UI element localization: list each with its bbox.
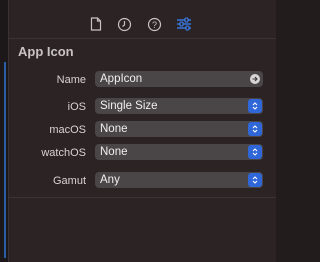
macos-popup[interactable]: None [95,121,263,137]
editor-edge [0,0,9,262]
inspector-window: ? App Icon Name AppIcon iOS Single Size … [0,0,276,262]
help-icon[interactable]: ? [145,15,163,33]
chevron-updown-icon [248,99,262,113]
history-icon[interactable] [115,15,133,33]
file-icon[interactable] [87,15,105,33]
go-arrow-icon[interactable] [250,74,260,84]
selection-accent [4,62,6,258]
name-field[interactable]: AppIcon [95,71,263,87]
macos-value: None [100,123,128,135]
watchos-label: watchOS [41,147,86,159]
chevron-updown-icon [248,145,262,159]
chevron-updown-icon [248,122,262,136]
watchos-value: None [100,146,128,158]
macos-label: macOS [49,124,86,136]
ios-value: Single Size [100,100,158,112]
gamut-value: Any [100,174,120,186]
ios-label: iOS [67,101,86,113]
name-value: AppIcon [100,73,143,85]
inspector-toolbar: ? [9,0,276,39]
gamut-label: Gamut [52,175,86,187]
watchos-popup[interactable]: None [95,144,263,160]
attributes-inspector-icon[interactable] [175,15,193,33]
gamut-popup[interactable]: Any [95,172,263,188]
section-divider [9,197,276,198]
section-title: App Icon [18,44,74,59]
name-label: Name [56,74,86,86]
inspector-pane: ? App Icon Name AppIcon iOS Single Size … [9,0,276,262]
chevron-updown-icon [248,173,262,187]
svg-text:?: ? [151,19,156,29]
ios-popup[interactable]: Single Size [95,98,263,114]
